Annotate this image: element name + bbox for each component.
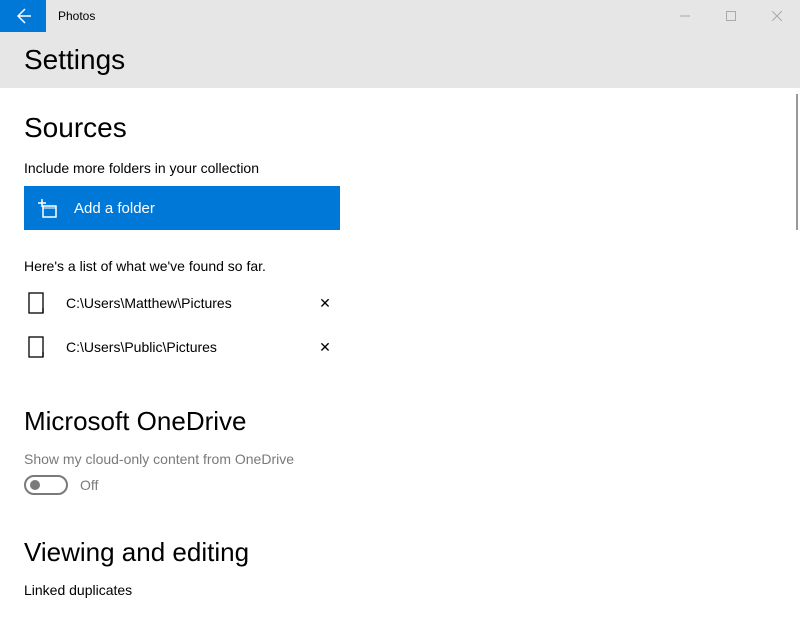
viewing-title: Viewing and editing <box>24 537 776 568</box>
scrollbar[interactable] <box>796 94 798 230</box>
add-folder-label: Add a folder <box>74 200 155 217</box>
onedrive-toggle-row: Off <box>24 475 776 495</box>
add-folder-button[interactable]: Add a folder <box>24 186 340 230</box>
toggle-knob <box>30 480 40 490</box>
sources-section: Sources Include more folders in your col… <box>24 112 776 364</box>
folder-item[interactable]: C:\Users\Matthew\Pictures ✕ <box>24 286 340 320</box>
sources-title: Sources <box>24 112 776 144</box>
close-icon <box>772 11 782 21</box>
sources-include-desc: Include more folders in your collection <box>24 160 776 176</box>
folder-icon <box>28 336 50 358</box>
title-bar: Photos <box>0 0 800 32</box>
app-name: Photos <box>58 9 95 23</box>
onedrive-section: Microsoft OneDrive Show my cloud-only co… <box>24 406 776 495</box>
maximize-icon <box>726 11 736 21</box>
back-button[interactable] <box>0 0 46 32</box>
back-arrow-icon <box>15 8 31 24</box>
maximize-button[interactable] <box>708 0 754 32</box>
folder-path: C:\Users\Public\Pictures <box>66 339 310 355</box>
add-folder-icon <box>36 197 58 219</box>
viewing-sub: Linked duplicates <box>24 582 776 598</box>
onedrive-toggle-label: Off <box>80 477 98 493</box>
viewing-section: Viewing and editing Linked duplicates <box>24 537 776 598</box>
sources-found-desc: Here's a list of what we've found so far… <box>24 258 776 274</box>
page-title: Settings <box>24 44 125 76</box>
folder-path: C:\Users\Matthew\Pictures <box>66 295 310 311</box>
folder-item[interactable]: C:\Users\Public\Pictures ✕ <box>24 330 340 364</box>
onedrive-toggle[interactable] <box>24 475 68 495</box>
page-header: Settings <box>0 32 800 88</box>
content-area: Sources Include more folders in your col… <box>0 88 800 632</box>
minimize-icon <box>680 11 690 21</box>
remove-folder-button[interactable]: ✕ <box>310 295 340 312</box>
onedrive-title: Microsoft OneDrive <box>24 406 776 437</box>
onedrive-desc: Show my cloud-only content from OneDrive <box>24 451 776 467</box>
minimize-button[interactable] <box>662 0 708 32</box>
close-button[interactable] <box>754 0 800 32</box>
remove-folder-button[interactable]: ✕ <box>310 339 340 356</box>
folder-icon <box>28 292 50 314</box>
